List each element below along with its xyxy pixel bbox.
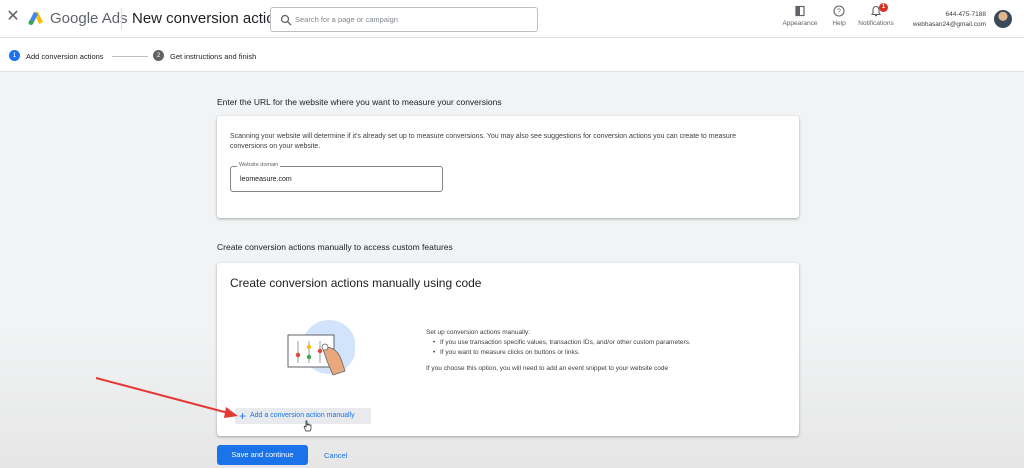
manual-section-heading: Create conversion actions manually to ac… <box>217 242 453 252</box>
manual-bullets: If you use transaction specific values, … <box>426 338 691 358</box>
header-divider <box>121 8 122 30</box>
website-domain-label: Website domain <box>237 162 281 168</box>
avatar[interactable] <box>994 10 1012 28</box>
add-conversion-action-label: Add a conversion action manually <box>250 412 355 419</box>
page-title: New conversion action <box>132 10 283 27</box>
url-description: Scanning your website will determine if … <box>230 133 736 150</box>
url-card: Scanning your website will determine if … <box>217 116 799 218</box>
step-1-number: 1 <box>9 50 20 61</box>
notifications-button[interactable]: 1 Notifications <box>856 3 896 33</box>
manual-bullet-2: If you want to measure clicks on buttons… <box>426 348 691 358</box>
manual-intro: Set up conversion actions manually: <box>426 329 531 336</box>
appearance-button[interactable]: Appearance <box>780 5 820 33</box>
plus-icon: + <box>239 409 247 423</box>
appearance-icon <box>795 5 805 17</box>
search-input[interactable]: Search for a page or campaign <box>270 7 538 32</box>
help-icon: ? <box>833 5 845 17</box>
notification-badge: 1 <box>879 3 888 12</box>
stepper: 1 Add conversion actions 2 Get instructi… <box>0 38 1024 72</box>
google-ads-logo <box>28 12 43 25</box>
search-placeholder: Search for a page or campaign <box>295 15 398 24</box>
account-info[interactable]: 644-475-7188 webhasan24@gmail.com <box>913 10 986 30</box>
close-icon[interactable]: ✕ <box>6 9 20 25</box>
step-2-label: Get instructions and finish <box>170 52 257 61</box>
url-section-heading: Enter the URL for the website where you … <box>217 97 502 107</box>
brand-name: Google Ads <box>50 10 128 27</box>
conversion-illustration <box>287 320 355 376</box>
step-1-label: Add conversion actions <box>26 52 104 61</box>
account-phone: 644-475-7188 <box>945 11 986 18</box>
help-label: Help <box>832 20 846 27</box>
appearance-label: Appearance <box>782 20 818 27</box>
website-domain-field[interactable]: Website domain leomeasure.com <box>230 162 443 192</box>
manual-card: Create conversion actions manually using… <box>217 263 799 436</box>
manual-bullet-1: If you use transaction specific values, … <box>426 338 691 348</box>
save-and-continue-button[interactable]: Save and continue <box>217 445 308 465</box>
svg-text:?: ? <box>837 9 841 16</box>
step-2-number: 2 <box>153 50 164 61</box>
manual-note: If you choose this option, you will need… <box>426 365 669 372</box>
manual-card-title: Create conversion actions manually using… <box>230 276 482 290</box>
help-button[interactable]: ? Help <box>828 5 850 33</box>
hand-cursor-icon <box>303 420 312 432</box>
account-email: webhasan24@gmail.com <box>912 21 986 28</box>
manual-info: Set up conversion actions manually: If y… <box>426 328 691 374</box>
search-icon <box>280 14 292 26</box>
website-domain-value: leomeasure.com <box>240 176 292 183</box>
notifications-label: Notifications <box>858 20 894 27</box>
top-bar: ✕ Google Ads New conversion action Searc… <box>0 0 1024 38</box>
cancel-button[interactable]: Cancel <box>324 451 347 460</box>
step-connector <box>112 56 148 57</box>
